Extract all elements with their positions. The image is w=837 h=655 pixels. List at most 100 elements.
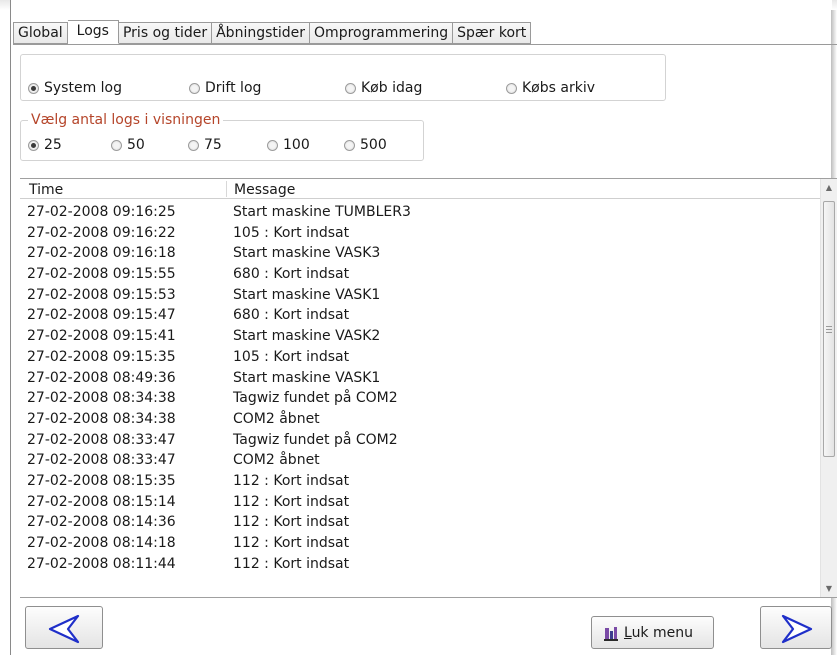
table-row[interactable]: 27-02-2008 08:33:47 COM2 åbnet [20, 450, 820, 471]
scrollbar-thumb[interactable] [823, 201, 835, 457]
row-time: 27-02-2008 08:33:47 [27, 452, 176, 469]
column-header-time[interactable]: Time [29, 181, 63, 199]
row-time: 27-02-2008 08:15:14 [27, 493, 176, 510]
radio-count-75[interactable]: 75 [188, 136, 222, 154]
radio-label: 500 [360, 137, 387, 153]
row-message: 105 : Kort indsat [233, 224, 350, 241]
row-message: 680 : Kort indsat [233, 307, 350, 324]
row-time: 27-02-2008 08:34:38 [27, 410, 176, 427]
tab-divider [13, 44, 837, 45]
row-message: 112 : Kort indsat [233, 535, 350, 551]
tab-abningstider[interactable]: Åbningstider [212, 22, 311, 44]
row-time: 27-02-2008 09:16:22 [27, 224, 176, 241]
row-time: 27-02-2008 08:49:36 [27, 369, 176, 386]
row-message: Start maskine VASK2 [233, 328, 381, 345]
row-message: Start maskine VASK3 [233, 245, 381, 262]
row-message: COM2 åbnet [233, 452, 320, 469]
radio-label: System log [44, 80, 122, 96]
radio-label: 50 [127, 137, 145, 153]
scrollbar-grip-icon [826, 326, 832, 333]
close-menu-mnemonic: L [624, 624, 632, 641]
radio-label: Drift log [205, 80, 262, 96]
table-row[interactable]: 27-02-2008 09:15:47 680 : Kort indsat [20, 305, 820, 326]
tab-logs[interactable]: Logs [67, 20, 119, 44]
table-row[interactable]: 27-02-2008 08:33:47 Tagwiz fundet på COM2 [20, 430, 820, 451]
radio-count-100[interactable]: 100 [267, 136, 310, 154]
table-row[interactable]: 27-02-2008 09:16:22 105 : Kort indsat [20, 223, 820, 244]
row-message: Tagwiz fundet på COM2 [233, 431, 398, 448]
table-row[interactable]: 27-02-2008 08:14:36 112 : Kort indsat [20, 512, 820, 533]
close-menu-text: uk menu [631, 624, 693, 641]
tab-bar: Global Logs Pris og tider Åbningstider O… [13, 20, 532, 44]
radio-drift-log[interactable]: Drift log [189, 79, 261, 97]
radio-dot [189, 82, 200, 94]
row-time: 27-02-2008 08:14:18 [27, 535, 176, 551]
row-time: 27-02-2008 08:15:35 [27, 472, 176, 489]
radio-kob-idag[interactable]: Køb idag [345, 79, 422, 97]
table-row[interactable]: 27-02-2008 09:15:53 Start maskine VASK1 [20, 285, 820, 306]
row-message: 112 : Kort indsat [233, 493, 350, 510]
table-row[interactable]: 27-02-2008 09:16:25 Start maskine TUMBLER… [20, 202, 820, 223]
tab-omprogrammering[interactable]: Omprogrammering [310, 22, 454, 44]
arrow-right-icon [781, 614, 813, 644]
row-message: Start maskine VASK1 [233, 369, 381, 386]
radio-dot-checked [28, 139, 39, 151]
back-button[interactable] [25, 606, 103, 649]
arrow-left-icon [48, 614, 80, 644]
vertical-scrollbar[interactable]: ▲ ▼ [820, 179, 837, 597]
row-time: 27-02-2008 09:16:25 [27, 204, 176, 220]
table-row[interactable]: 27-02-2008 08:15:14 112 : Kort indsat [20, 492, 820, 513]
radio-count-25[interactable]: 25 [28, 136, 62, 154]
radio-dot [111, 139, 122, 151]
tab-spaer-kort[interactable]: Spær kort [453, 22, 532, 44]
tab-pris-og-tider[interactable]: Pris og tider [118, 22, 213, 44]
close-menu-button[interactable]: Luk menu [591, 616, 714, 649]
row-time: 27-02-2008 08:34:38 [27, 390, 176, 407]
row-message: 112 : Kort indsat [233, 472, 350, 489]
row-message: Start maskine TUMBLER3 [233, 204, 411, 220]
radio-dot [267, 139, 278, 151]
table-row[interactable]: 27-02-2008 09:15:35 105 : Kort indsat [20, 347, 820, 368]
forward-button[interactable] [760, 606, 832, 649]
row-message: Tagwiz fundet på COM2 [233, 390, 398, 407]
radio-count-50[interactable]: 50 [111, 136, 145, 154]
log-type-group: System log Drift log Køb idag Købs arkiv [20, 54, 666, 101]
row-time: 27-02-2008 09:15:35 [27, 348, 176, 365]
row-message: COM2 åbnet [233, 410, 320, 427]
row-time: 27-02-2008 09:15:41 [27, 328, 176, 345]
radio-dot [188, 139, 199, 151]
list-header: Time Message [20, 179, 820, 199]
row-time: 27-02-2008 09:15:53 [27, 286, 176, 303]
row-time: 27-02-2008 08:11:44 [27, 555, 176, 572]
scroll-down-arrow-icon[interactable]: ▼ [821, 580, 837, 597]
radio-count-500[interactable]: 500 [344, 136, 387, 154]
radio-dot-checked [28, 82, 39, 94]
log-count-legend: Vælg antal logs i visningen [28, 111, 224, 129]
menu-icon [604, 626, 618, 641]
table-row[interactable]: 27-02-2008 08:11:44 112 : Kort indsat [20, 554, 820, 575]
row-time: 27-02-2008 08:33:47 [27, 431, 176, 448]
log-rows: 27-02-2008 09:16:25 Start maskine TUMBLER… [20, 202, 820, 574]
row-message: 680 : Kort indsat [233, 266, 350, 283]
radio-system-log[interactable]: System log [28, 79, 122, 97]
table-row[interactable]: 27-02-2008 09:15:41 Start maskine VASK2 [20, 326, 820, 347]
table-row[interactable]: 27-02-2008 09:15:55 680 : Kort indsat [20, 264, 820, 285]
table-row[interactable]: 27-02-2008 08:34:38 COM2 åbnet [20, 409, 820, 430]
table-row[interactable]: 27-02-2008 08:14:18 112 : Kort indsat [20, 533, 820, 554]
column-separator[interactable] [226, 181, 227, 197]
row-message: 105 : Kort indsat [233, 348, 350, 365]
scroll-up-arrow-icon[interactable]: ▲ [821, 179, 837, 196]
log-list[interactable]: Time Message 27-02-2008 09:16:25 Start ma… [20, 178, 837, 598]
table-row[interactable]: 27-02-2008 08:34:38 Tagwiz fundet på COM2 [20, 388, 820, 409]
close-menu-label: Luk menu [624, 624, 693, 642]
radio-label: 100 [283, 137, 310, 153]
table-row[interactable]: 27-02-2008 08:15:35 112 : Kort indsat [20, 471, 820, 492]
radio-label: 25 [44, 137, 62, 153]
tab-global[interactable]: Global [13, 22, 68, 44]
radio-kobs-arkiv[interactable]: Købs arkiv [506, 79, 595, 97]
row-time: 27-02-2008 09:16:18 [27, 245, 176, 262]
table-row[interactable]: 27-02-2008 08:49:36 Start maskine VASK1 [20, 368, 820, 389]
column-header-message[interactable]: Message [234, 181, 295, 199]
row-message: 112 : Kort indsat [233, 555, 350, 572]
table-row[interactable]: 27-02-2008 09:16:18 Start maskine VASK3 [20, 243, 820, 264]
